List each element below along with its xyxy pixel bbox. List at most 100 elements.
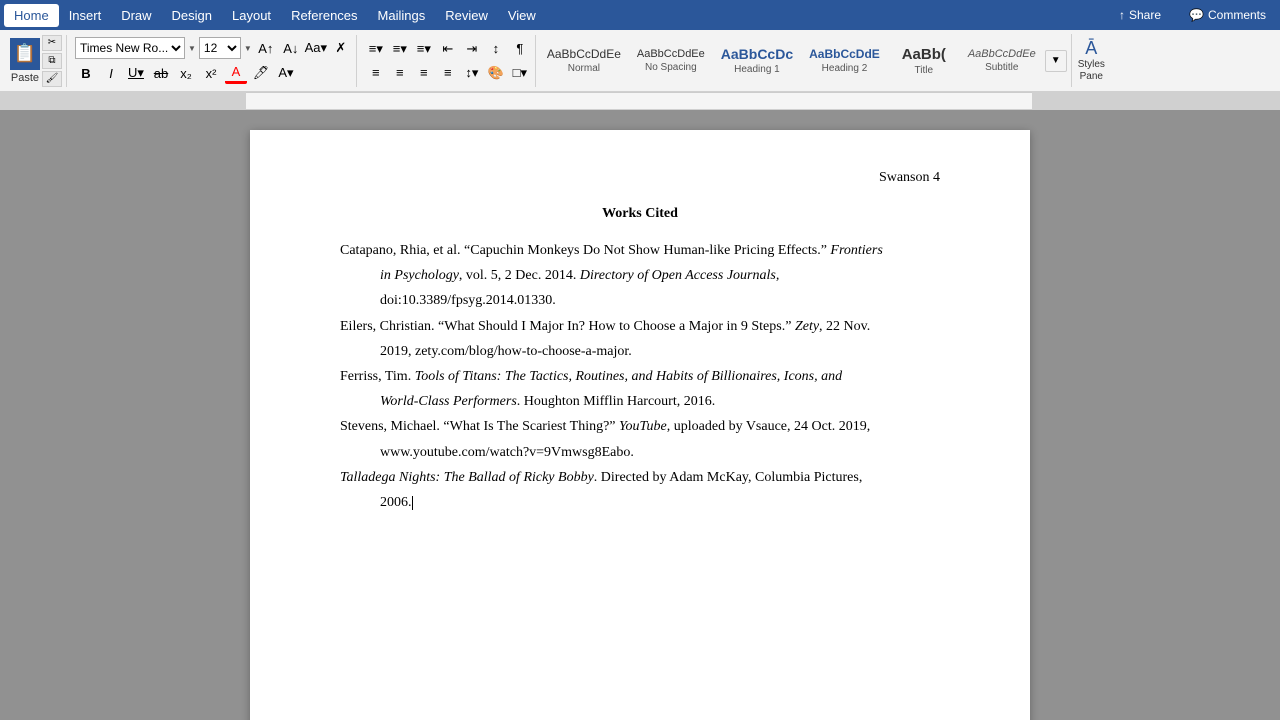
style-title-label: Title — [915, 65, 934, 76]
styles-pane-icon: Ā — [1085, 38, 1097, 59]
styles-pane-label: StylesPane — [1078, 59, 1105, 83]
align-left-button[interactable]: ≡ — [365, 62, 387, 84]
style-title-preview: AaBb( — [902, 46, 946, 63]
font-name-arrow: ▼ — [188, 44, 196, 53]
styles-gallery-more-button[interactable]: ▼ — [1045, 50, 1067, 72]
entry-4[interactable]: Stevens, Michael. “What Is The Scariest … — [340, 414, 940, 464]
justify-button[interactable]: ≡ — [437, 62, 459, 84]
style-heading1[interactable]: AaBbCcDc Heading 1 — [714, 43, 800, 78]
entry-2-line2: 2019, zety.com/blog/how-to-choose-a-majo… — [340, 339, 940, 364]
menu-mailings[interactable]: Mailings — [368, 4, 436, 27]
menu-insert[interactable]: Insert — [59, 4, 112, 27]
ruler-content[interactable] — [246, 92, 1032, 109]
copy-icon[interactable]: ⧉ — [42, 53, 62, 69]
increase-indent-button[interactable]: ⇥ — [461, 38, 483, 60]
entry-1-line3: doi:10.3389/fpsyg.2014.01330. — [340, 288, 940, 313]
line-spacing-button[interactable]: ↕▾ — [461, 62, 483, 84]
menu-layout[interactable]: Layout — [222, 4, 281, 27]
font-grow-button[interactable]: A↑ — [255, 37, 277, 59]
comments-button[interactable]: 💬 Comments — [1179, 5, 1276, 25]
font-group: Times New Ro... ▼ 12 ▼ A↑ A↓ Aa▾ ✗ B I U… — [71, 35, 357, 87]
clipboard-group: 📋 Paste ✂ ⧉ 🖌 — [6, 35, 67, 87]
decrease-indent-button[interactable]: ⇤ — [437, 38, 459, 60]
style-no-spacing-preview: AaBbCcDdEe — [637, 48, 705, 60]
entry-1-line2: in Psychology, vol. 5, 2 Dec. 2014. Dire… — [340, 263, 940, 288]
document-page[interactable]: Swanson 4 Works Cited Catapano, Rhia, et… — [250, 130, 1030, 720]
style-subtitle[interactable]: AaBbCcDdEe Subtitle — [961, 45, 1043, 76]
styles-pane-button[interactable]: Ā StylesPane — [1071, 34, 1111, 87]
text-color-button[interactable]: A▾ — [275, 62, 297, 84]
style-h1-preview: AaBbCcDc — [721, 46, 793, 62]
menu-view[interactable]: View — [498, 4, 546, 27]
entry-1[interactable]: Catapano, Rhia, et al. “Capuchin Monkeys… — [340, 238, 940, 314]
align-right-button[interactable]: ≡ — [413, 62, 435, 84]
bold-button[interactable]: B — [75, 62, 97, 84]
menu-review[interactable]: Review — [435, 4, 498, 27]
entry-5[interactable]: Talladega Nights: The Ballad of Ricky Bo… — [340, 465, 940, 515]
entry-4-line1: Stevens, Michael. “What Is The Scariest … — [340, 414, 940, 439]
numbering-button[interactable]: ≡▾ — [389, 38, 411, 60]
cut-icon[interactable]: ✂ — [42, 35, 62, 51]
comments-icon: 💬 — [1189, 8, 1204, 22]
ruler-left-margin — [0, 92, 246, 109]
italic-button[interactable]: I — [100, 62, 122, 84]
menu-draw[interactable]: Draw — [111, 4, 161, 27]
borders-button[interactable]: □▾ — [509, 62, 531, 84]
style-heading2[interactable]: AaBbCcDdE Heading 2 — [802, 44, 887, 77]
main-area: Swanson 4 Works Cited Catapano, Rhia, et… — [0, 110, 1280, 720]
font-shrink-button[interactable]: A↓ — [280, 37, 302, 59]
style-h1-label: Heading 1 — [734, 64, 780, 75]
works-cited-title: Works Cited — [340, 206, 940, 222]
style-title[interactable]: AaBb( Title — [889, 43, 959, 79]
clear-formatting-button[interactable]: ✗ — [330, 37, 352, 59]
paragraph-bottom-row: ≡ ≡ ≡ ≡ ↕▾ 🎨 □▾ — [365, 62, 531, 84]
entry-2[interactable]: Eilers, Christian. “What Should I Major … — [340, 314, 940, 364]
menu-design[interactable]: Design — [162, 4, 222, 27]
paste-button[interactable]: 📋 Paste — [10, 38, 40, 84]
paste-label: Paste — [11, 72, 39, 84]
styles-gallery: AaBbCcDdEe Normal AaBbCcDdEe No Spacing … — [540, 33, 1067, 89]
entry-3-line1: Ferriss, Tim. Tools of Titans: The Tacti… — [340, 364, 940, 389]
multilevel-button[interactable]: ≡▾ — [413, 38, 435, 60]
font-row1: Times New Ro... ▼ 12 ▼ A↑ A↓ Aa▾ ✗ — [75, 37, 352, 59]
paragraph-group: ≡▾ ≡▾ ≡▾ ⇤ ⇥ ↕ ¶ ≡ ≡ ≡ ≡ ↕▾ 🎨 □▾ — [361, 35, 536, 87]
font-size-arrow: ▼ — [244, 44, 252, 53]
ruler-right-margin — [1032, 92, 1280, 109]
text-cursor — [412, 496, 413, 510]
menu-references[interactable]: References — [281, 4, 367, 27]
entry-4-line2: www.youtube.com/watch?v=9Vmwsg8Eabo. — [340, 440, 940, 465]
entry-5-line1: Talladega Nights: The Ballad of Ricky Bo… — [340, 465, 940, 490]
font-name-select[interactable]: Times New Ro... — [75, 37, 185, 59]
sort-button[interactable]: ↕ — [485, 38, 507, 60]
share-button[interactable]: ↑ Share — [1109, 5, 1171, 25]
paste-icon: 📋 — [10, 38, 40, 70]
style-normal[interactable]: AaBbCcDdEe Normal — [540, 44, 628, 77]
show-formatting-button[interactable]: ¶ — [509, 38, 531, 60]
subscript-button[interactable]: x₂ — [175, 62, 197, 84]
style-h2-label: Heading 2 — [822, 63, 868, 74]
highlight-color-button[interactable]: 🖊 — [250, 62, 272, 84]
menu-bar: Home Insert Draw Design Layout Reference… — [0, 0, 1280, 30]
underline-button[interactable]: U▾ — [125, 62, 147, 84]
style-no-spacing[interactable]: AaBbCcDdEe No Spacing — [630, 45, 712, 76]
format-painter-icon[interactable]: 🖌 — [42, 71, 62, 87]
menu-home[interactable]: Home — [4, 4, 59, 27]
shading-button[interactable]: 🎨 — [485, 62, 507, 84]
works-cited-title-text: Works Cited — [602, 206, 678, 221]
font-size-select[interactable]: 12 — [199, 37, 241, 59]
font-controls: Times New Ro... ▼ 12 ▼ A↑ A↓ Aa▾ ✗ B I U… — [75, 37, 352, 84]
strikethrough-button[interactable]: ab — [150, 62, 172, 84]
style-h2-preview: AaBbCcDdE — [809, 47, 880, 61]
style-no-spacing-label: No Spacing — [645, 62, 697, 73]
menu-right: ↑ Share 💬 Comments — [1109, 5, 1276, 25]
font-color-button[interactable]: A — [225, 62, 247, 84]
entry-3[interactable]: Ferriss, Tim. Tools of Titans: The Tacti… — [340, 364, 940, 414]
superscript-button[interactable]: x² — [200, 62, 222, 84]
align-center-button[interactable]: ≡ — [389, 62, 411, 84]
clipboard-icons: ✂ ⧉ 🖌 — [42, 35, 62, 87]
share-icon: ↑ — [1119, 8, 1125, 22]
toolbar: 📋 Paste ✂ ⧉ 🖌 Times New Ro... ▼ 12 ▼ A↑ … — [0, 30, 1280, 92]
style-normal-label: Normal — [568, 63, 600, 74]
bullets-button[interactable]: ≡▾ — [365, 38, 387, 60]
change-case-button[interactable]: Aa▾ — [305, 37, 327, 59]
